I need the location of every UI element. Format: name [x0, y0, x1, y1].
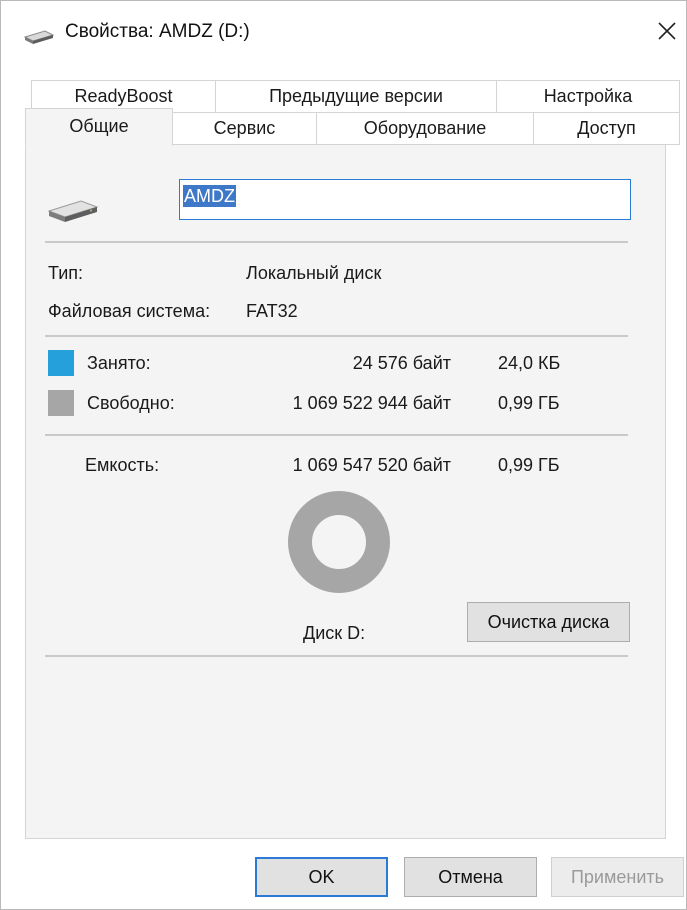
free-space-ring	[288, 491, 390, 593]
capacity-bytes: 1 069 547 520 байт	[292, 455, 451, 475]
type-label: Тип:	[48, 263, 84, 283]
cancel-button[interactable]: Отмена	[404, 857, 537, 897]
tab-general[interactable]: Общие	[25, 108, 173, 146]
tab-customize[interactable]: Настройка	[496, 80, 680, 113]
disk-cleanup-button[interactable]: Очистка диска	[467, 602, 630, 642]
used-space-size: 24,0 КБ	[498, 353, 561, 373]
separator	[45, 434, 628, 436]
ok-button[interactable]: OK	[255, 857, 388, 897]
used-space-bytes: 24 576 байт	[352, 353, 451, 373]
properties-window: Свойства: AMDZ (D:) ReadyBoost Предыдущи…	[0, 0, 687, 910]
tab-hardware[interactable]: Оборудование	[316, 112, 534, 145]
tab-sharing[interactable]: Доступ	[533, 112, 680, 145]
filesystem-label: Файловая система:	[48, 301, 211, 321]
drive-icon	[23, 30, 55, 44]
filesystem-value: FAT32	[246, 301, 298, 321]
volume-name-text: AMDZ	[183, 185, 236, 207]
drive-icon	[47, 200, 99, 222]
free-space-label: Свободно:	[87, 393, 175, 413]
volume-name-input[interactable]: AMDZ	[179, 179, 631, 220]
capacity-size: 0,99 ГБ	[498, 455, 560, 475]
close-icon	[658, 22, 676, 40]
tab-tools[interactable]: Сервис	[172, 112, 317, 145]
separator	[45, 241, 628, 243]
free-space-size: 0,99 ГБ	[498, 393, 560, 413]
disk-usage-donut	[288, 491, 390, 593]
used-space-swatch	[48, 350, 74, 376]
capacity-label: Емкость:	[85, 455, 160, 475]
type-value: Локальный диск	[246, 263, 382, 283]
tab-previous-versions[interactable]: Предыдущие версии	[215, 80, 497, 113]
free-space-swatch	[48, 390, 74, 416]
apply-button[interactable]: Применить	[551, 857, 684, 897]
window-title: Свойства: AMDZ (D:)	[65, 21, 250, 42]
separator	[45, 335, 628, 337]
free-space-bytes: 1 069 522 944 байт	[292, 393, 451, 413]
used-space-label: Занято:	[87, 353, 151, 373]
disk-label: Диск D:	[303, 623, 366, 643]
close-button[interactable]	[649, 13, 685, 49]
separator	[45, 655, 628, 657]
